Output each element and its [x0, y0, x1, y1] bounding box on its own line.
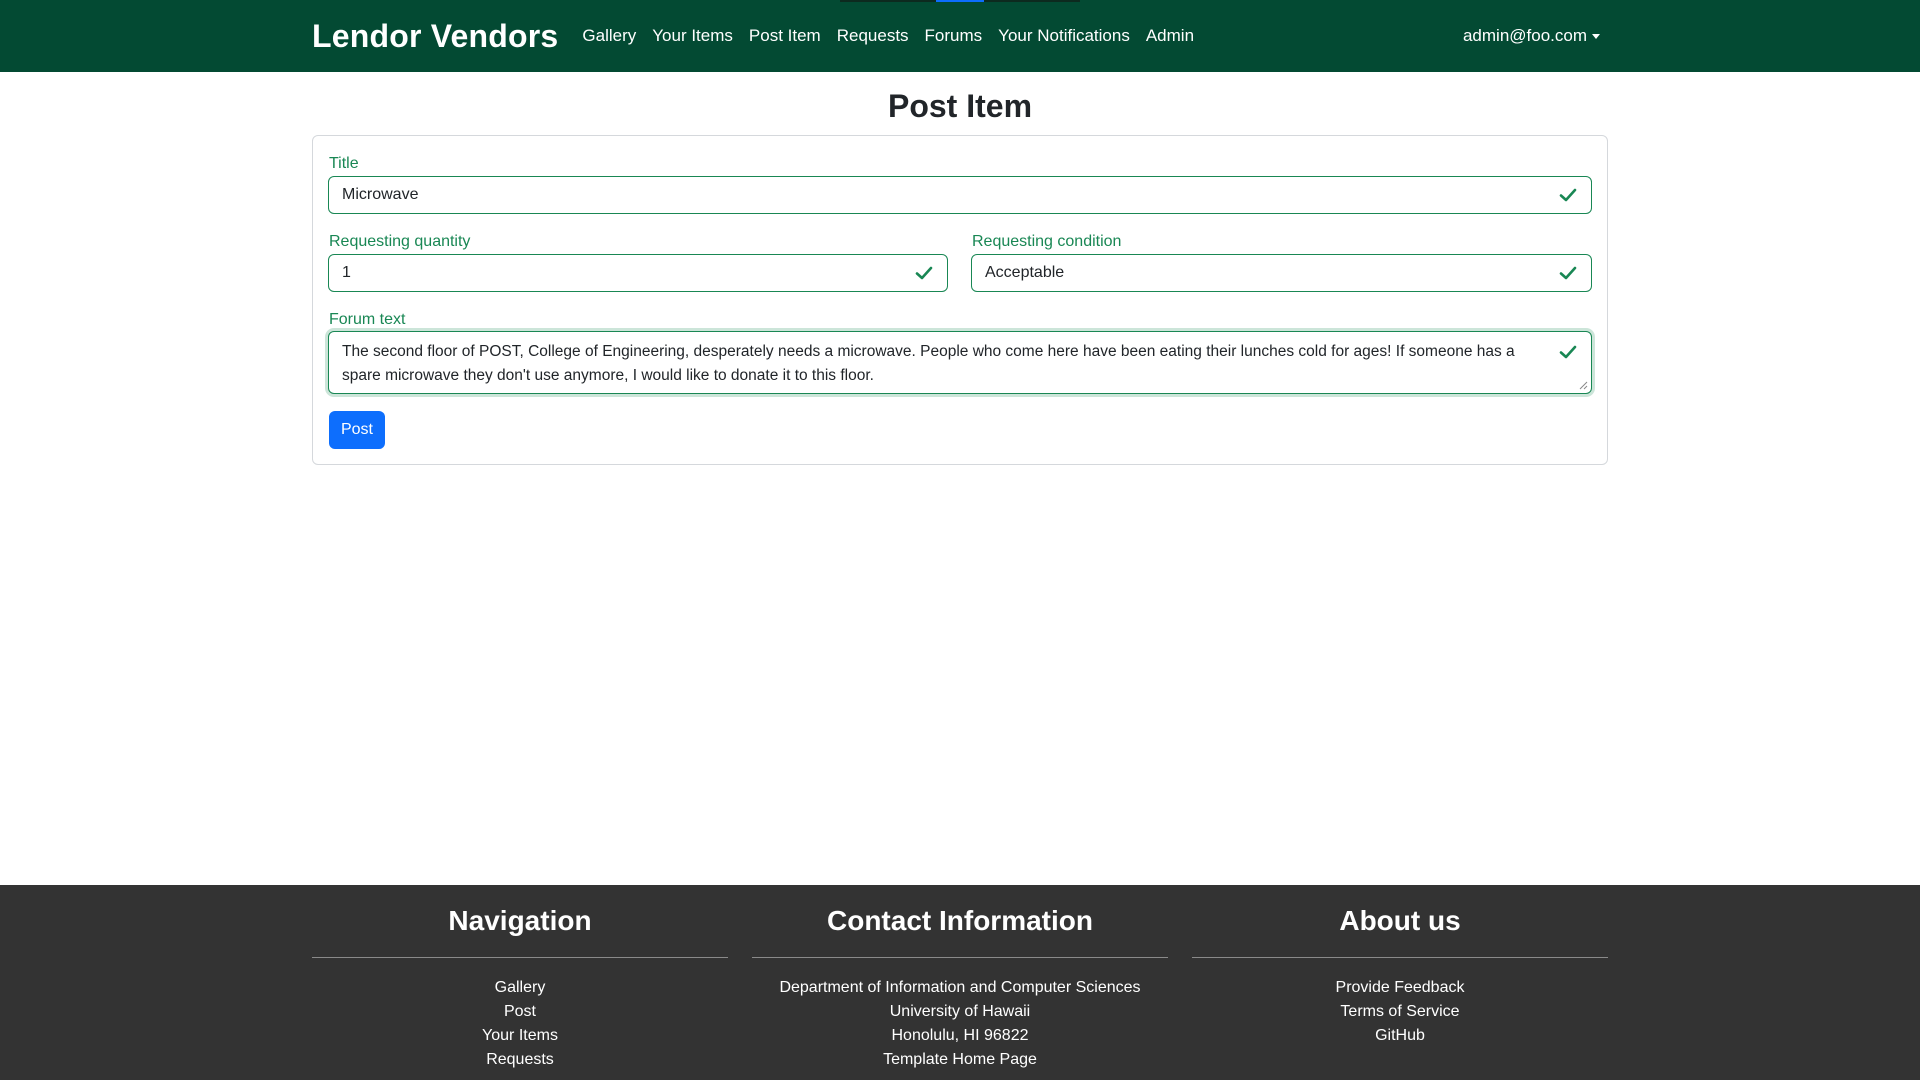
- nav-link-gallery[interactable]: Gallery: [582, 26, 636, 46]
- nav-link-forums[interactable]: Forums: [925, 26, 983, 46]
- nav-link-requests[interactable]: Requests: [837, 26, 909, 46]
- footer-heading-about: About us: [1339, 905, 1461, 936]
- navbar-content: Lendor Vendors Gallery Your Items Post I…: [312, 0, 1608, 72]
- quantity-label: Requesting quantity: [329, 233, 471, 250]
- footer-heading-navigation: Navigation: [448, 905, 592, 936]
- divider: [752, 957, 1168, 958]
- footer-link-requests[interactable]: Requests: [312, 1048, 728, 1072]
- resize-handle-icon[interactable]: [1578, 380, 1588, 390]
- condition-label: Requesting condition: [972, 233, 1122, 250]
- footer-about: About us Provide Feedback Terms of Servi…: [1192, 885, 1608, 1048]
- footer-nav-list: Gallery Post Your Items Requests: [312, 976, 728, 1072]
- title-input-value: Microwave: [342, 186, 419, 203]
- checkmark-icon: [1559, 266, 1577, 280]
- github-link[interactable]: GitHub: [1192, 1024, 1608, 1048]
- footer-navigation: Navigation Gallery Post Your Items Reque…: [312, 885, 728, 1072]
- footer-link-your-items[interactable]: Your Items: [312, 1024, 728, 1048]
- forum-text-area[interactable]: The second floor of POST, College of Eng…: [328, 331, 1592, 394]
- forum-text-label: Forum text: [329, 311, 406, 328]
- footer: Navigation Gallery Post Your Items Reque…: [0, 885, 1920, 1080]
- divider: [312, 957, 728, 958]
- checkmark-icon: [915, 266, 933, 280]
- forum-text-value: The second floor of POST, College of Eng…: [342, 343, 1515, 384]
- footer-heading-contact: Contact Information: [827, 905, 1093, 936]
- footer-contact: Contact Information Department of Inform…: [752, 885, 1168, 1072]
- condition-select[interactable]: Acceptable: [971, 254, 1592, 292]
- contact-department: Department of Information and Computer S…: [779, 979, 1141, 996]
- condition-select-value: Acceptable: [985, 264, 1065, 281]
- top-navbar: Lendor Vendors Gallery Your Items Post I…: [0, 0, 1920, 72]
- contact-university: University of Hawaii: [889, 1003, 1031, 1020]
- nav-link-your-items[interactable]: Your Items: [652, 26, 733, 46]
- terms-of-service-link[interactable]: Terms of Service: [1192, 1000, 1608, 1024]
- checkmark-icon: [1559, 345, 1577, 359]
- footer-about-list: Provide Feedback Terms of Service GitHub: [1192, 976, 1608, 1048]
- provide-feedback-link[interactable]: Provide Feedback: [1192, 976, 1608, 1000]
- quantity-input[interactable]: 1: [328, 254, 948, 292]
- footer-contact-list: Department of Information and Computer S…: [752, 976, 1168, 1072]
- user-dropdown[interactable]: admin@foo.com: [1463, 26, 1600, 46]
- nav-link-your-notifications[interactable]: Your Notifications: [998, 26, 1130, 46]
- chevron-down-icon: [1592, 33, 1600, 39]
- quantity-input-value: 1: [342, 264, 351, 281]
- page-title: Post Item: [887, 88, 1033, 124]
- post-button[interactable]: Post: [329, 411, 385, 449]
- nav-link-post-item[interactable]: Post Item: [749, 26, 821, 46]
- contact-address: Honolulu, HI 96822: [891, 1027, 1029, 1044]
- nav-link-admin[interactable]: Admin: [1146, 26, 1194, 46]
- template-home-page-link[interactable]: Template Home Page: [752, 1048, 1168, 1072]
- title-input[interactable]: Microwave: [328, 176, 1592, 214]
- title-label: Title: [329, 155, 359, 172]
- user-email: admin@foo.com: [1462, 26, 1587, 45]
- checkmark-icon: [1559, 188, 1577, 202]
- divider: [1192, 957, 1608, 958]
- brand-logo-link[interactable]: Lendor Vendors: [312, 18, 558, 55]
- footer-link-post[interactable]: Post: [312, 1000, 728, 1024]
- footer-link-gallery[interactable]: Gallery: [312, 976, 728, 1000]
